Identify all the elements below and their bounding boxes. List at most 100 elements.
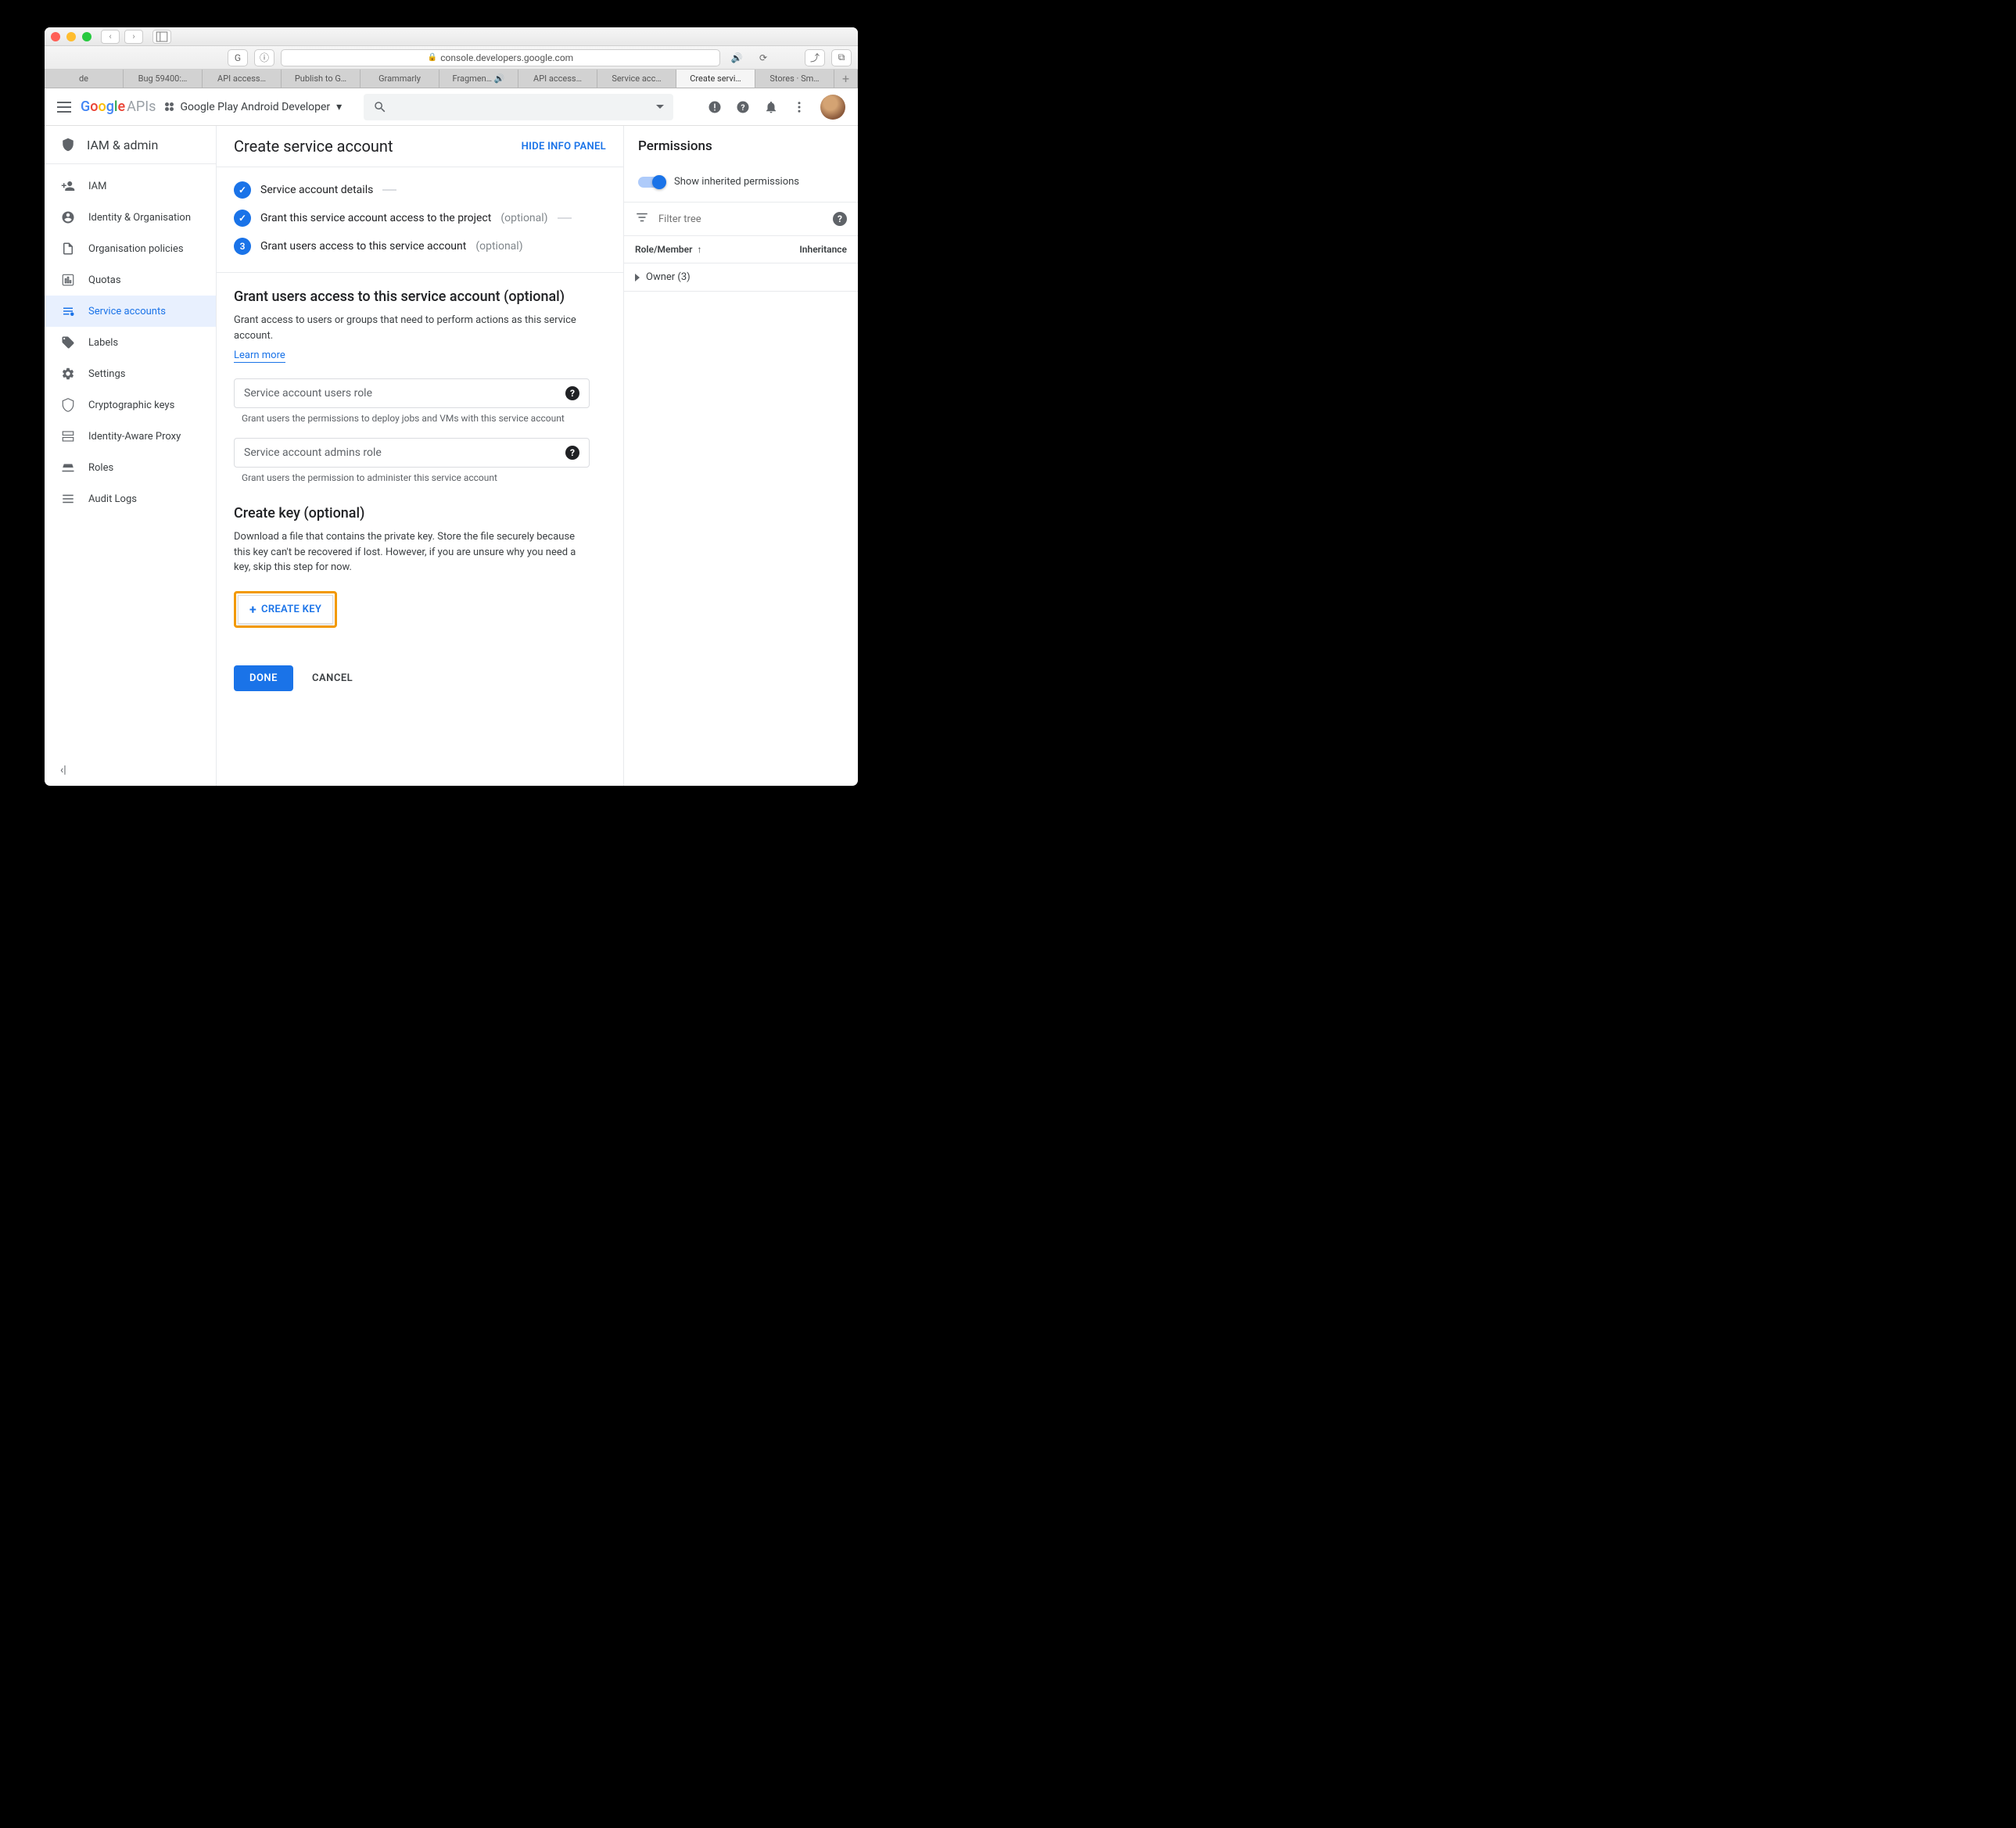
- browser-tab[interactable]: Bug 59400:…: [124, 70, 203, 88]
- check-icon: ✓: [234, 181, 251, 199]
- step-3: 3 Grant users access to this service acc…: [234, 238, 606, 255]
- extension-icon[interactable]: G: [228, 49, 248, 66]
- sort-arrow-icon[interactable]: ↑: [697, 244, 701, 255]
- alert-icon[interactable]: [708, 100, 722, 114]
- sidebar-item-label: Identity & Organisation: [88, 212, 191, 224]
- reader-icon[interactable]: 🔊: [726, 49, 747, 66]
- browser-tab[interactable]: Publish to G…: [282, 70, 361, 88]
- more-icon[interactable]: [792, 100, 806, 114]
- section-description: Grant access to users or groups that nee…: [234, 313, 606, 343]
- browser-tab[interactable]: Fragmen… 🔊: [439, 70, 518, 88]
- plus-icon: +: [249, 602, 256, 617]
- step-1: ✓ Service account details: [234, 181, 606, 199]
- sidebar-item-iap[interactable]: Identity-Aware Proxy: [45, 421, 216, 452]
- step-optional: (optional): [500, 212, 547, 224]
- expand-icon[interactable]: [635, 274, 640, 281]
- section-description: Download a file that contains the privat…: [234, 529, 578, 575]
- admins-role-field[interactable]: Service account admins role ?: [234, 438, 590, 468]
- sidebar-item-iam[interactable]: IAM: [45, 170, 216, 202]
- browser-tab[interactable]: de: [45, 70, 124, 88]
- sidebar-item-identity[interactable]: Identity & Organisation: [45, 202, 216, 233]
- column-role-member[interactable]: Role/Member: [635, 244, 692, 255]
- step-2: ✓ Grant this service account access to t…: [234, 210, 606, 227]
- search-icon: [373, 100, 387, 114]
- document-icon: [60, 241, 76, 256]
- inherited-permissions-toggle[interactable]: [638, 177, 665, 188]
- new-tab-button[interactable]: +: [834, 70, 858, 88]
- hide-info-panel-button[interactable]: HIDE INFO PANEL: [522, 141, 606, 152]
- cancel-button[interactable]: CANCEL: [312, 672, 353, 684]
- menu-icon[interactable]: [57, 102, 71, 113]
- browser-tab[interactable]: Stores · Sm…: [755, 70, 834, 88]
- browser-tab-active[interactable]: Create servi…: [676, 70, 755, 88]
- sidebar-item-settings[interactable]: Settings: [45, 358, 216, 389]
- project-name: Google Play Android Developer: [180, 101, 330, 113]
- sidebar-item-service-accounts[interactable]: Service accounts: [45, 296, 216, 327]
- info-icon[interactable]: ⓘ: [254, 49, 274, 66]
- tree-row-owner[interactable]: Owner (3): [624, 263, 858, 292]
- learn-more-link[interactable]: Learn more: [234, 349, 285, 363]
- notifications-icon[interactable]: [764, 100, 778, 114]
- nav-forward-button[interactable]: ›: [124, 30, 143, 44]
- shield-icon: [60, 137, 76, 152]
- help-icon[interactable]: ?: [736, 100, 750, 114]
- help-icon[interactable]: ?: [833, 212, 847, 226]
- help-icon[interactable]: ?: [565, 386, 579, 400]
- field-hint: Grant users the permissions to deploy jo…: [234, 413, 606, 424]
- browser-tab[interactable]: Grammarly: [361, 70, 439, 88]
- info-panel: Permissions Show inherited permissions ?…: [623, 126, 858, 786]
- nav-back-button[interactable]: ‹: [101, 30, 120, 44]
- gift-icon[interactable]: [683, 102, 694, 113]
- sidebar-item-label: IAM: [88, 181, 106, 192]
- minimize-window-button[interactable]: [66, 32, 76, 41]
- browser-tab[interactable]: Service acc…: [597, 70, 676, 88]
- address-bar[interactable]: 🔒 console.developers.google.com: [281, 49, 720, 66]
- help-icon[interactable]: ?: [565, 446, 579, 460]
- project-picker[interactable]: Google Play Android Developer ▾: [165, 101, 342, 113]
- avatar[interactable]: [820, 95, 845, 120]
- step-label: Service account details: [260, 184, 373, 196]
- browser-tab[interactable]: API access…: [518, 70, 597, 88]
- google-apis-logo[interactable]: GoogleAPIs: [81, 99, 156, 115]
- tabs-overview-icon[interactable]: ⧉: [831, 49, 852, 66]
- list-icon: [60, 491, 76, 507]
- close-window-button[interactable]: [51, 32, 60, 41]
- chevron-down-icon: ▾: [336, 101, 342, 113]
- sidebar-item-crypto-keys[interactable]: Cryptographic keys: [45, 389, 216, 421]
- sidebar-item-roles[interactable]: Roles: [45, 452, 216, 483]
- maximize-window-button[interactable]: [82, 32, 91, 41]
- tree-row-label: Owner (3): [646, 271, 691, 283]
- column-inheritance[interactable]: Inheritance: [799, 244, 847, 255]
- sidebar-item-label: Roles: [88, 462, 113, 474]
- section-heading: Create key (optional): [234, 505, 606, 522]
- users-role-field[interactable]: Service account users role ?: [234, 378, 590, 408]
- check-icon: ✓: [234, 210, 251, 227]
- sidebar-item-label: Service accounts: [88, 306, 166, 317]
- search-dropdown-icon[interactable]: [656, 105, 664, 109]
- sidebar: IAM & admin IAM Identity & Organisation …: [45, 126, 217, 786]
- label-icon: [60, 335, 76, 350]
- reload-icon[interactable]: ⟳: [753, 49, 773, 66]
- search-input[interactable]: [364, 94, 673, 120]
- filter-icon[interactable]: [635, 210, 649, 228]
- field-label: Service account admins role: [244, 446, 565, 459]
- sidebar-item-labels[interactable]: Labels: [45, 327, 216, 358]
- sidebar-item-quotas[interactable]: Quotas: [45, 264, 216, 296]
- done-button[interactable]: DONE: [234, 665, 293, 691]
- step-divider: [382, 189, 396, 191]
- sidebar-item-org-policies[interactable]: Organisation policies: [45, 233, 216, 264]
- browser-tabs: de Bug 59400:… API access… Publish to G……: [45, 70, 858, 88]
- page-title: Create service account: [234, 137, 393, 156]
- service-account-icon: [60, 303, 76, 319]
- share-icon[interactable]: ⤴: [805, 49, 825, 66]
- create-key-button[interactable]: + CREATE KEY: [238, 595, 333, 624]
- table-header: Role/Member ↑ Inheritance: [624, 236, 858, 263]
- collapse-sidebar-button[interactable]: ‹|: [45, 754, 216, 786]
- filter-input[interactable]: [658, 213, 823, 225]
- key-shield-icon: [60, 397, 76, 413]
- sidebar-toggle-button[interactable]: [152, 30, 171, 44]
- sidebar-item-audit-logs[interactable]: Audit Logs: [45, 483, 216, 514]
- browser-tab[interactable]: API access…: [203, 70, 282, 88]
- step-number-badge: 3: [234, 238, 251, 255]
- proxy-icon: [60, 428, 76, 444]
